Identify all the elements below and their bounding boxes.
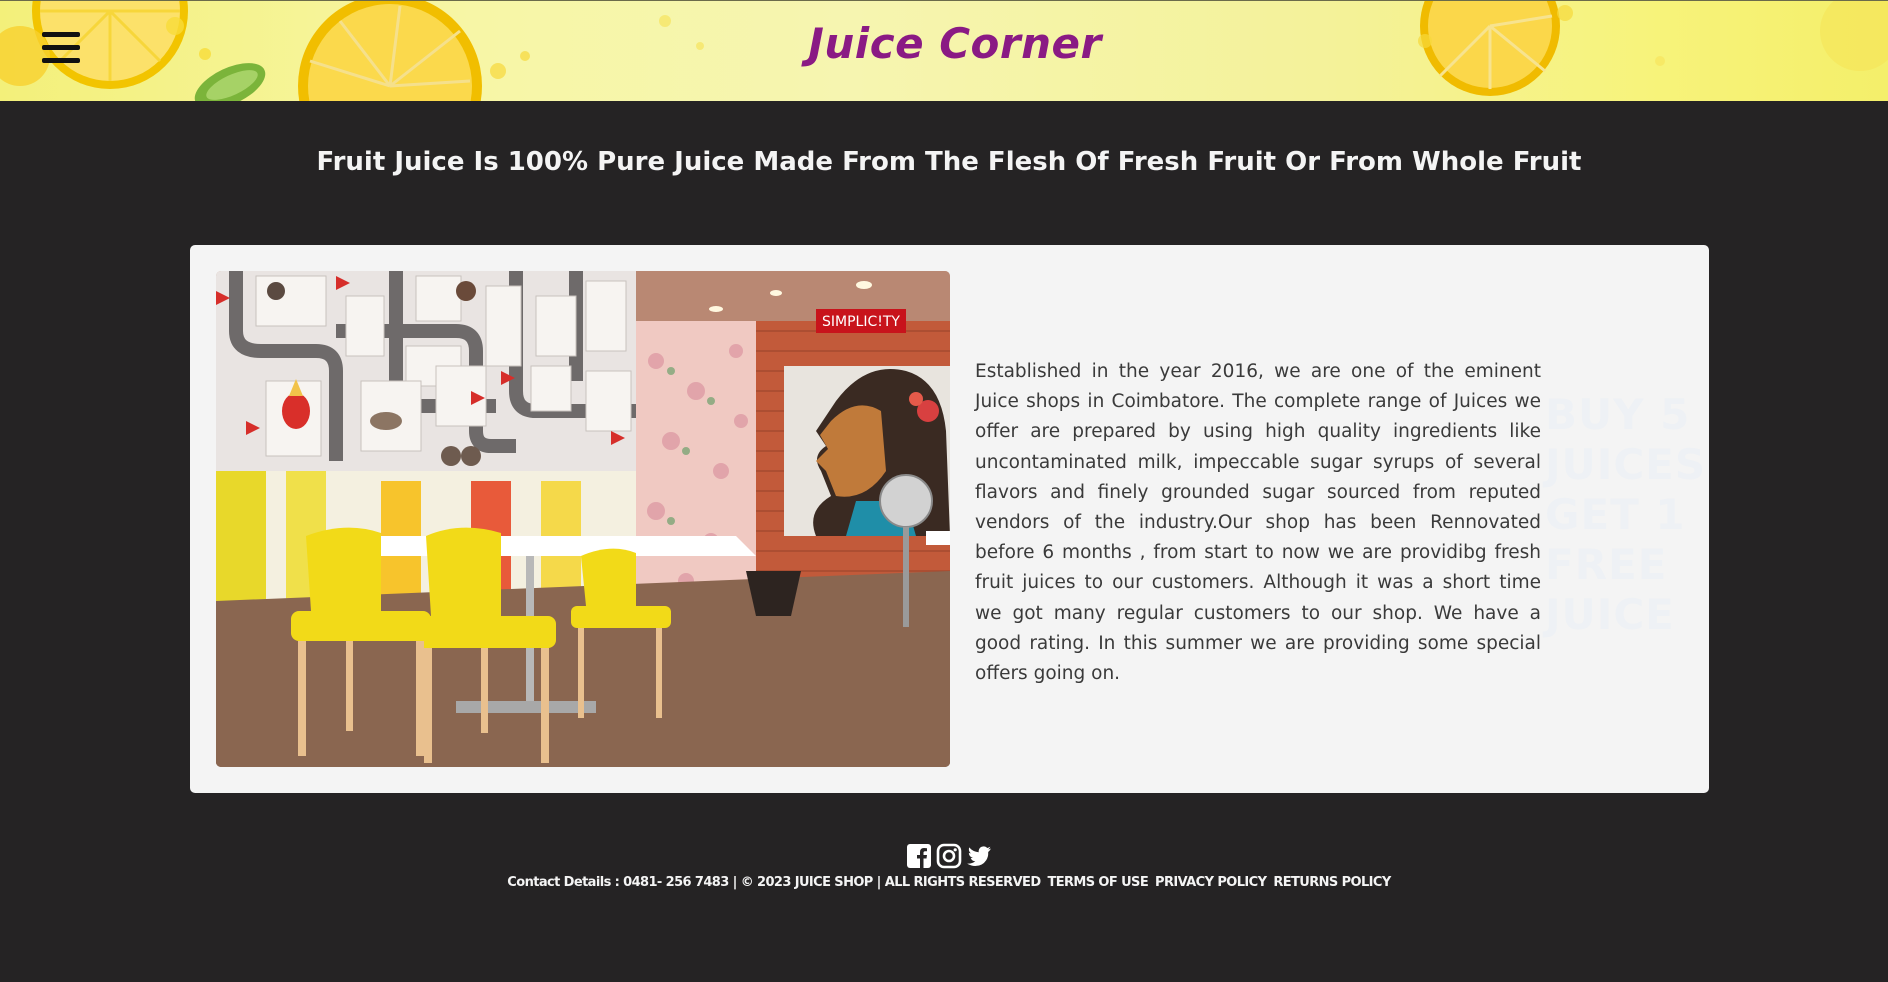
promo-offer-text: BUY 5 JUICES GET 1 FREE JUICE — [1545, 390, 1707, 640]
site-header: Juice Corner — [0, 0, 1888, 101]
privacy-policy-link[interactable]: PRIVACY POLICY — [1155, 875, 1267, 890]
terms-of-use-link[interactable]: TERMS OF USE — [1047, 875, 1148, 890]
social-links — [0, 843, 1888, 871]
about-card: SIMPLIC!TY Established in the year 2016,… — [190, 245, 1709, 793]
facebook-icon[interactable] — [906, 843, 932, 869]
promo-line: GET 1 — [1545, 490, 1686, 539]
returns-policy-link[interactable]: RETURNS POLICY — [1273, 875, 1391, 890]
promo-line: BUY 5 — [1545, 390, 1691, 439]
juice-shop-interior-photo: SIMPLIC!TY — [216, 271, 950, 767]
twitter-icon[interactable] — [966, 843, 992, 869]
instagram-icon[interactable] — [936, 843, 962, 869]
site-title: Juice Corner — [808, 19, 1102, 68]
contact-details: Contact Details : 0481- 256 7483 | © 202… — [507, 875, 1041, 890]
footer-contact: Contact Details : 0481- 256 7483 | © 202… — [0, 875, 1888, 890]
shop-sign-text: SIMPLIC!TY — [822, 314, 900, 330]
promo-line: JUICES — [1545, 440, 1707, 489]
promo-line: JUICE — [1545, 590, 1675, 639]
page-heading: Fruit Juice Is 100% Pure Juice Made From… — [316, 147, 1582, 177]
promo-line: FREE — [1545, 540, 1668, 589]
about-description: Established in the year 2016, we are one… — [975, 361, 1541, 685]
